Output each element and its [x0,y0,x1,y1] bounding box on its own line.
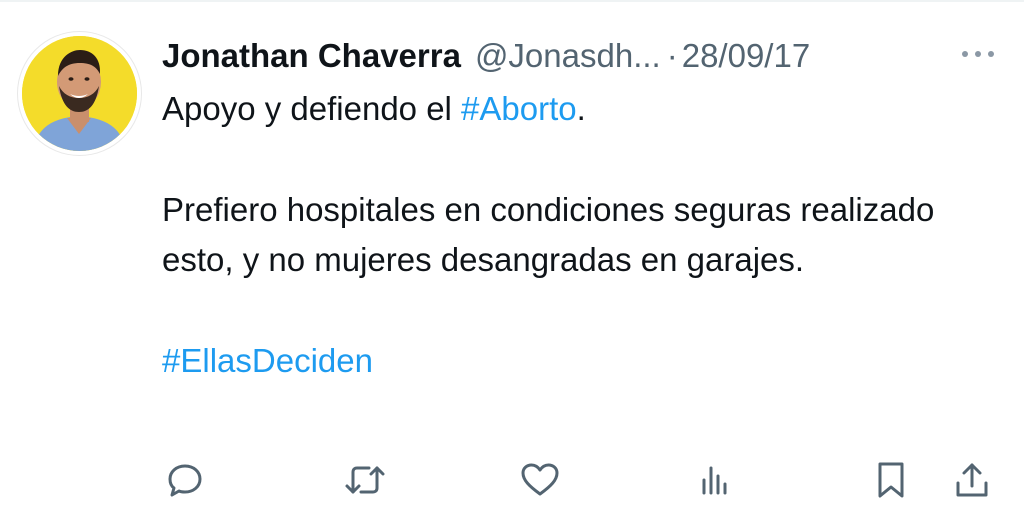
retweet-icon [345,466,385,494]
tweet-paragraph-2: Prefiero hospitales en condiciones segur… [162,191,935,278]
more-options-button[interactable] [952,42,1004,66]
tweet-date[interactable]: 28/09/17 [682,35,810,77]
tweet-line-1: Apoyo y defiendo el #Aborto. [162,84,982,134]
hashtag-aborto-link[interactable]: #Aborto [461,90,577,127]
share-button[interactable] [948,456,996,504]
tweet-card[interactable]: Jonathan Chaverra @Jonasdh... · 28/09/17… [0,0,1024,531]
avatar[interactable] [22,36,137,151]
tweet-text: Apoyo y defiendo el #Aborto. Prefiero ho… [162,84,982,386]
speech-bubble-icon [168,464,202,497]
author-handle[interactable]: @Jonasdh... [475,35,661,77]
share-icon [956,463,988,497]
author-display-name[interactable]: Jonathan Chaverra [162,35,461,77]
bookmark-button[interactable] [867,456,915,504]
tweet-closing-line: #EllasDeciden [162,336,982,386]
more-dot-icon [988,51,994,57]
tweet-actions-bar [0,452,1024,508]
tweet-line-1-period: . [576,90,586,127]
more-dot-icon [975,51,981,57]
bookmark-icon [878,462,904,498]
views-button[interactable] [690,456,738,504]
like-button[interactable] [516,456,564,504]
retweet-button[interactable] [341,456,389,504]
tweet-header: Jonathan Chaverra @Jonasdh... · 28/09/17 [162,35,810,77]
more-dot-icon [962,51,968,57]
tweet-line-1-text: Apoyo y defiendo el [162,90,462,127]
heart-icon [521,463,559,496]
avatar-photo-icon [22,36,137,151]
hashtag-ellasdeciden-link[interactable]: #EllasDeciden [162,342,373,379]
header-separator: · [666,37,678,74]
bar-chart-icon [702,466,727,495]
reply-button[interactable] [161,456,209,504]
